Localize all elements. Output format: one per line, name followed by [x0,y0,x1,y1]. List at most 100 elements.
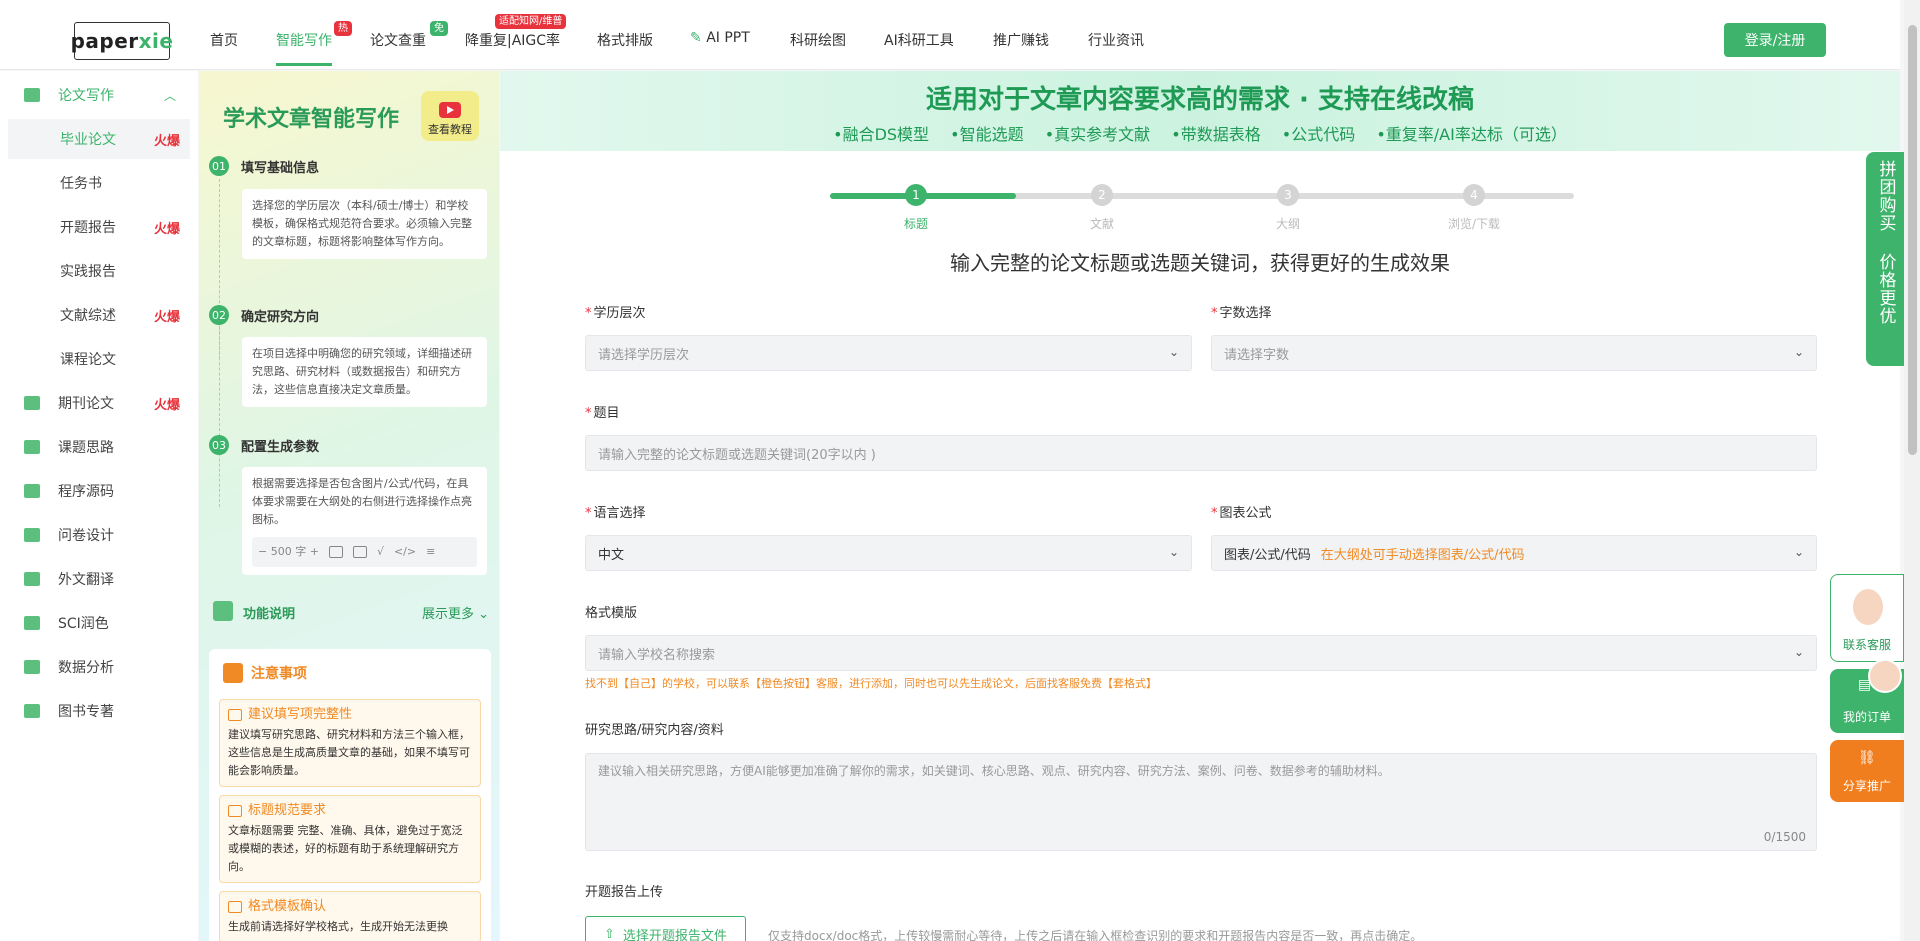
language-select[interactable]: 中文 ⌄ [585,535,1192,571]
sidebar-section-paper-writing[interactable]: 论文写作 ︿ [8,75,190,115]
sidebar-item-course-paper[interactable]: 课程论文 [8,339,190,379]
sidebar-item-sci-polish[interactable]: SCI润色 [8,603,190,643]
banner-feature: •公式代码 [1281,125,1356,144]
research-textarea[interactable]: 建议输入相关研究思路，方便AI能够更加准确了解你的需求，如关键词、核心思路、观点… [585,753,1817,851]
note-title: 格式模板确认 [228,898,472,916]
step-title: 填写基础信息 [241,161,320,176]
sidebar-item-proposal[interactable]: 开题报告 火爆 [8,207,190,247]
chevron-down-icon: ⌄ [1793,345,1804,359]
image-icon [352,546,367,558]
sidebar-item-journal-paper[interactable]: 期刊论文 火爆 [8,383,190,423]
banner-feature: •智能选题 [950,125,1024,144]
word-count-label: * 字数选择 [1211,306,1272,321]
sidebar-item-label: 期刊论文 [58,396,114,412]
idea-icon [24,440,40,454]
sidebar-item-label: 外文翻译 [58,572,114,588]
sidebar-item-data-analysis[interactable]: 数据分析 [8,647,190,687]
sidebar-item-graduation-thesis[interactable]: 毕业论文 火爆 [8,119,190,159]
nav-ai-ppt[interactable]: ✎ AI PPT [690,30,750,46]
education-label-text: 学历层次 [593,306,646,321]
step-label-download: 浏览/下载 [1447,217,1501,231]
step-number: 01 [209,156,229,176]
nav-plagiarism-check[interactable]: 论文查重 [370,30,426,50]
step-description: 在项目选择中明确您的研究领域，详细描述研究思路、研究材料（或数据报告）和研究方法… [242,337,487,407]
word-count-value: 500 字 [270,545,307,558]
note-card: 标题规范要求 文章标题需要 完整、准确、具体，避免过于宽泛或模糊的表述，好的标题… [219,795,481,883]
chart-formula-note: 在大纲处可手动选择图表/公式/代码 [1320,547,1525,563]
notes-title-label: 注意事项 [251,666,307,682]
sidebar-item-literature-review[interactable]: 文献综述 火爆 [8,295,190,335]
nav-home[interactable]: 首页 [210,30,238,50]
sidebar-item-translation[interactable]: 外文翻译 [8,559,190,599]
pen-icon [24,88,40,102]
service-label: 联系客服 [1842,638,1891,652]
nav-promote-earn[interactable]: 推广赚钱 [993,30,1049,50]
link-icon: ⛓ [1858,750,1876,766]
paperxie-logo[interactable]: paper xie [70,22,173,60]
sidebar-item-label: 图书专著 [58,704,114,720]
word-count-label-text: 字数选择 [1219,306,1272,321]
login-register-button[interactable]: 登录/注册 [1724,23,1826,57]
nav-ai-research-tools[interactable]: AI科研工具 [884,30,954,50]
note-title: 标题规范要求 [228,802,472,820]
nav-reduce-duplicate[interactable]: 降重复|AIGC率 [465,30,560,50]
group-buy-tab[interactable]: 拼团购买 价格更优 [1866,152,1904,366]
sidebar-item-label: 课程论文 [60,352,116,368]
survey-icon [24,528,40,542]
sidebar-item-task-book[interactable]: 任务书 [8,163,190,203]
main-content: 适用对于文章内容要求高的需求 · 支持在线改稿 •融合DS模型 •智能选题 •真… [500,71,1900,941]
assistant-avatar[interactable] [1868,659,1902,693]
note-text: 建议填写研究思路、研究材料和方法三个输入框，这些信息是生成高质量文章的基础，如果… [228,728,470,777]
sidebar-item-label: 任务书 [60,176,102,192]
book-icon [24,704,40,718]
upload-proposal-button[interactable]: ⇧ 选择开题报告文件 [585,916,746,941]
notes-title: 注意事项 [223,663,307,683]
template-placeholder: 请输入学校名称搜索 [598,647,716,663]
sidebar-item-practice-report[interactable]: 实践报告 [8,251,190,291]
language-label-text: 语言选择 [593,506,646,521]
step-description: 选择您的学历层次（本科/硕士/博士）和学校模板，确保格式规范符合要求。必须输入完… [242,189,487,259]
nav-industry-news[interactable]: 行业资讯 [1088,30,1144,50]
upload-tip: 仅支持docx/doc格式，上传较慢需耐心等待，上传之后请在输入框检查识别的要求… [768,929,1423,941]
logo-text: paper [70,29,139,53]
sidebar-item-source-code[interactable]: 程序源码 [8,471,190,511]
code-icon [24,484,40,498]
orders-label: 我的订单 [1842,710,1891,724]
education-select[interactable]: 请选择学历层次 ⌄ [585,335,1192,371]
nav-research-drawing[interactable]: 科研绘图 [790,30,846,50]
nav-smart-writing[interactable]: 智能写作 [276,30,332,66]
sidebar-item-label: 问卷设计 [58,528,114,544]
education-label: * 学历层次 [585,306,646,321]
sidebar-item-books[interactable]: 图书专著 [8,691,190,731]
chart-formula-select[interactable]: 图表/公式/代码 在大纲处可手动选择图表/公式/代码 ⌄ [1211,535,1817,571]
tutorial-button[interactable]: 查看教程 [421,91,479,141]
hot-tag: 火爆 [153,221,180,237]
sidebar-item-topic-ideas[interactable]: 课题思路 [8,427,190,467]
warning-icon [223,663,243,683]
feature-label: 功能说明 [243,607,296,622]
contact-service-button[interactable]: 联系客服 [1830,574,1904,662]
share-promote-button[interactable]: ⛓ 分享推广 [1830,740,1904,802]
word-count-placeholder: 请选择字数 [1224,347,1290,363]
step-dot-download: 4 [1463,184,1485,206]
sidebar-item-label: 开题报告 [60,220,116,236]
nav-format-layout[interactable]: 格式排版 [597,30,653,50]
sidebar-item-survey-design[interactable]: 问卷设计 [8,515,190,555]
title-input[interactable]: 请输入完整的论文标题或选题关键词(20字以内 ) [585,435,1817,471]
upload-icon: ⇧ [604,926,615,941]
school-template-search[interactable]: 请输入学校名称搜索 ⌄ [585,635,1817,671]
hot-tag: 火爆 [153,309,180,325]
word-count-select[interactable]: 请选择字数 ⌄ [1211,335,1817,371]
language-value: 中文 [598,547,625,563]
note-text: 生成前请选择好学校格式，生成开始无法更换 [228,920,448,933]
scrollbar-thumb[interactable] [1908,25,1917,455]
hot-badge: 热 [334,21,352,36]
hot-tag: 火爆 [153,397,180,413]
chevron-up-icon: ︿ [163,88,176,103]
chart-formula-label: * 图表公式 [1211,506,1272,521]
page-scrollbar[interactable] [1904,0,1920,941]
chevron-down-icon: ⌄ [1793,545,1804,559]
note-title: 建议填写项完整性 [228,706,472,724]
show-more-link[interactable]: 展示更多 ⌄ [422,603,489,622]
hot-tag: 火爆 [153,133,180,149]
